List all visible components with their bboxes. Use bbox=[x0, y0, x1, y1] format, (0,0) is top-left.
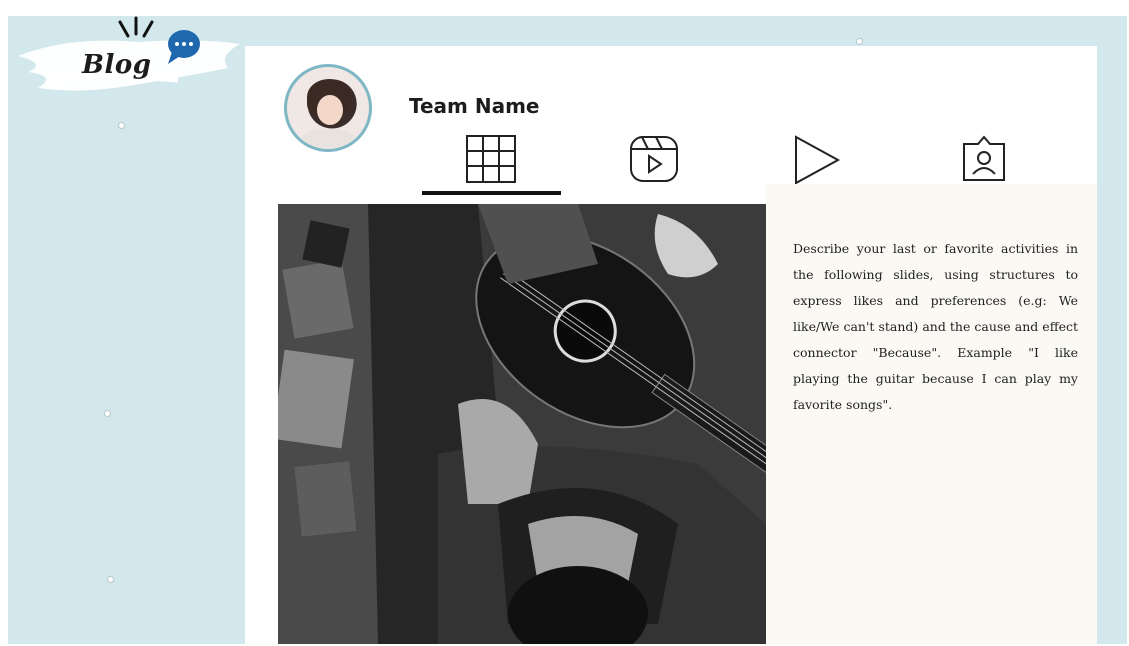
decorative-dot bbox=[118, 122, 125, 129]
grid-icon bbox=[466, 135, 516, 183]
description-panel: Describe your last or favorite activitie… bbox=[766, 204, 1097, 644]
text-panel-top bbox=[766, 184, 1097, 204]
decorative-dot bbox=[856, 38, 863, 45]
speech-bubble-icon bbox=[168, 30, 200, 64]
guitar-player-photo[interactable] bbox=[278, 204, 766, 644]
profile-card: Team Name Describe your last or favorite… bbox=[245, 46, 1097, 644]
photo-illustration bbox=[278, 204, 766, 644]
active-tab-indicator bbox=[422, 191, 561, 195]
decorative-dot bbox=[107, 576, 114, 583]
activity-description: Describe your last or favorite activitie… bbox=[793, 241, 1078, 412]
decorative-dot bbox=[104, 410, 111, 417]
blog-slide: Blog Team Name Describe your last or fav… bbox=[8, 16, 1127, 644]
team-name: Team Name bbox=[409, 94, 540, 118]
reels-icon bbox=[630, 136, 678, 182]
avatar[interactable] bbox=[284, 64, 372, 152]
tagged-user-icon bbox=[963, 135, 1005, 181]
tab-grid[interactable] bbox=[431, 134, 551, 192]
play-icon bbox=[795, 135, 841, 185]
blog-logo: Blog bbox=[8, 16, 248, 116]
top-strip bbox=[0, 0, 1129, 16]
blog-logo-text: Blog bbox=[82, 50, 152, 80]
tab-reels[interactable] bbox=[594, 134, 714, 192]
